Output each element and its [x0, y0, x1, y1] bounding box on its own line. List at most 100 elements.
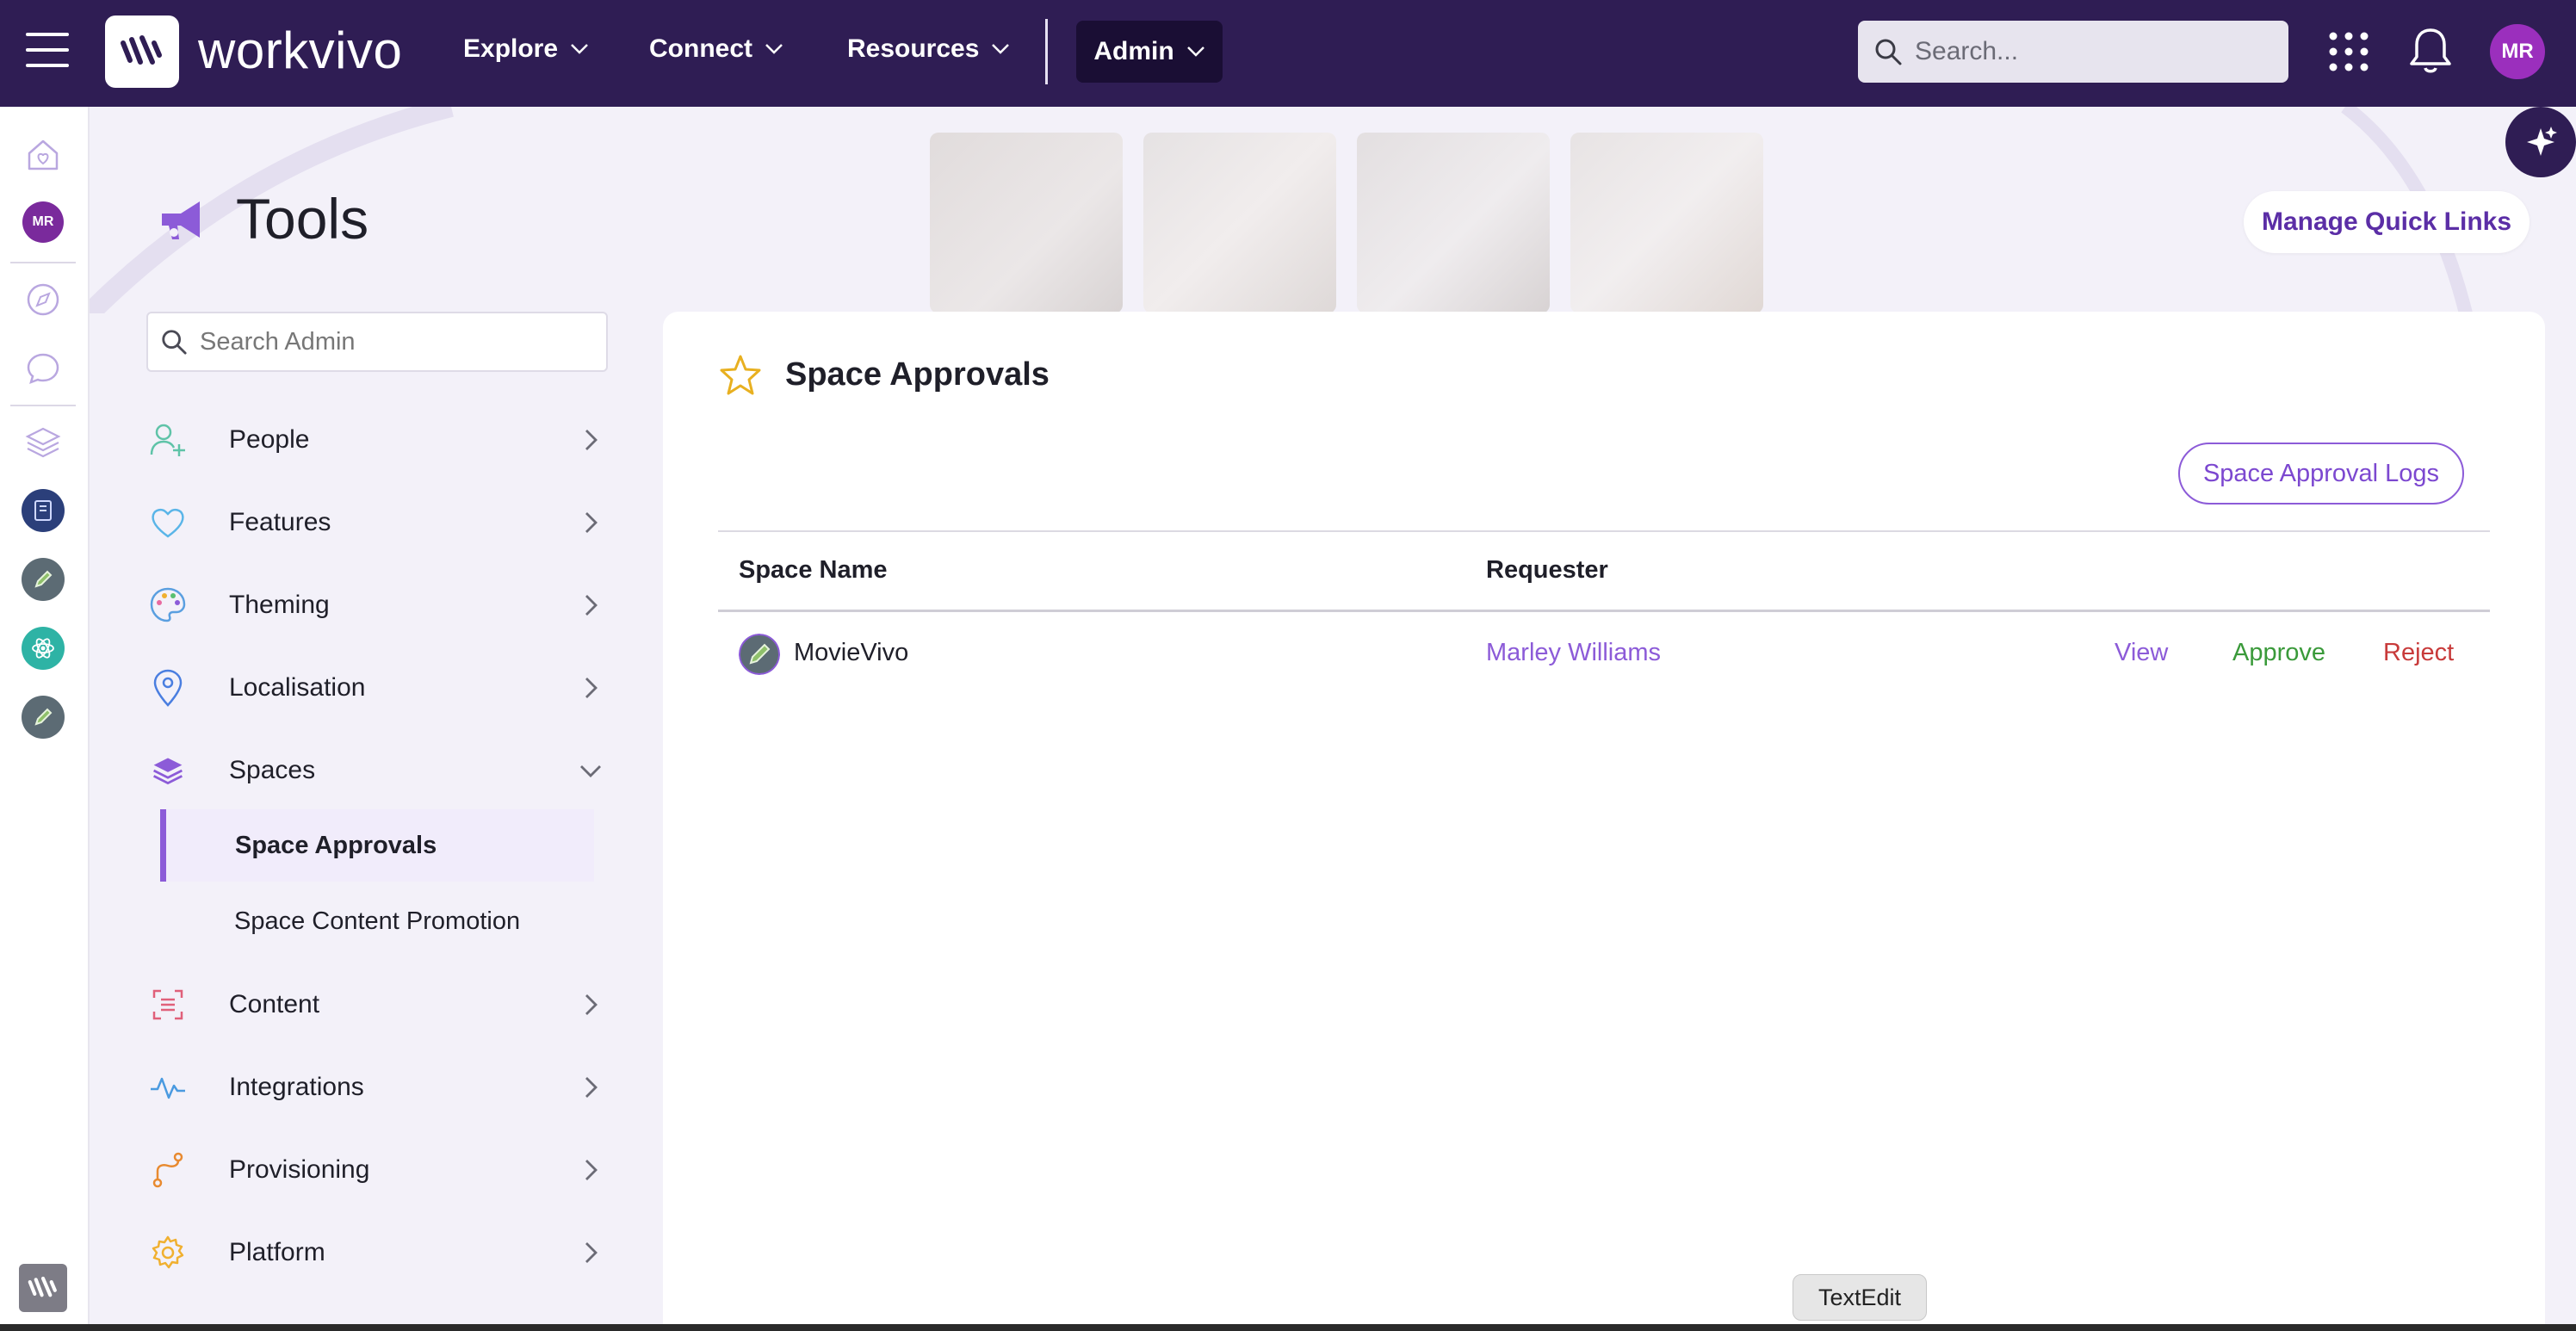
sidebar-item-features[interactable]: Features — [146, 492, 608, 553]
page-title: Tools — [236, 186, 368, 251]
sidebar-subitem-label: Space Approvals — [235, 832, 437, 860]
activity-icon — [146, 1066, 189, 1109]
space-approvals-card: Space Approvals Space Approval Logs Spac… — [663, 312, 2545, 1331]
sidebar-item-label: Content — [229, 990, 319, 1019]
space-pencil-icon[interactable] — [22, 696, 65, 739]
palette-icon — [146, 584, 189, 627]
sidebar-item-people[interactable]: People — [146, 410, 608, 470]
sidebar-item-spaces[interactable]: Spaces — [146, 740, 608, 801]
gear-icon — [146, 1231, 189, 1274]
space-atom-icon[interactable] — [22, 627, 65, 670]
dock-tooltip: TextEdit — [1793, 1274, 1927, 1321]
chevron-right-icon — [579, 1241, 603, 1265]
top-navigation-bar: workvivo Explore Connect Resources Admin… — [0, 0, 2576, 107]
sidebar-item-label: Provisioning — [229, 1155, 369, 1185]
hamburger-menu-icon[interactable] — [26, 33, 69, 71]
sidebar-item-label: Features — [229, 508, 331, 537]
workvivo-small-logo-icon[interactable] — [19, 1264, 67, 1312]
nav-admin-label: Admin — [1093, 37, 1173, 66]
chevron-right-icon — [579, 1075, 603, 1099]
banner-photo — [1357, 133, 1550, 313]
home-heart-icon[interactable] — [21, 133, 65, 177]
column-header-space-name: Space Name — [739, 556, 888, 585]
sidebar-item-label: Integrations — [229, 1073, 364, 1102]
nav-explore[interactable]: Explore — [463, 34, 589, 64]
chat-bubble-icon[interactable] — [21, 346, 65, 391]
dock-edge — [0, 1324, 2576, 1331]
space-name-cell: MovieVivo — [794, 639, 908, 667]
search-admin-box[interactable] — [146, 312, 608, 372]
nav-connect[interactable]: Connect — [649, 34, 783, 64]
sidebar-subitem-space-approvals[interactable]: Space Approvals — [160, 809, 594, 882]
layers-icon — [146, 749, 189, 792]
sidebar-item-label: People — [229, 425, 309, 455]
nav-resources-label: Resources — [847, 34, 979, 64]
chevron-right-icon — [579, 993, 603, 1017]
chevron-down-icon — [765, 43, 783, 55]
chevron-right-icon — [579, 428, 603, 452]
notification-bell-icon[interactable] — [2407, 26, 2454, 76]
table-divider — [718, 610, 2490, 612]
chevron-right-icon — [579, 676, 603, 700]
layers-icon[interactable] — [21, 420, 65, 465]
megaphone-icon — [155, 195, 207, 246]
user-plus-icon — [146, 418, 189, 461]
card-title: Space Approvals — [785, 356, 1050, 393]
requester-link[interactable]: Marley Williams — [1486, 639, 1661, 667]
brand-name: workvivo — [198, 21, 402, 80]
sidebar-item-label: Spaces — [229, 756, 315, 785]
user-avatar[interactable]: MR — [2490, 24, 2545, 79]
sidebar-item-label: Localisation — [229, 673, 365, 703]
column-header-requester: Requester — [1486, 556, 1608, 585]
left-rail: MR — [0, 107, 90, 1331]
sidebar-item-localisation[interactable]: Localisation — [146, 658, 608, 718]
sidebar-item-theming[interactable]: Theming — [146, 575, 608, 635]
banner-photo — [930, 133, 1123, 313]
search-admin-input[interactable] — [200, 328, 596, 356]
nav-admin-button[interactable]: Admin — [1076, 21, 1223, 83]
compass-icon[interactable] — [21, 277, 65, 322]
reject-link[interactable]: Reject — [2383, 639, 2454, 667]
banner-photo — [1143, 133, 1336, 313]
banner-photo — [1570, 133, 1763, 313]
star-icon — [718, 353, 763, 398]
chevron-down-icon — [991, 43, 1010, 55]
ai-sparkle-icon[interactable] — [2505, 107, 2576, 177]
space-approval-logs-button[interactable]: Space Approval Logs — [2178, 443, 2464, 505]
map-pin-icon — [146, 666, 189, 709]
view-link[interactable]: View — [2115, 639, 2168, 667]
manage-quick-links-button[interactable]: Manage Quick Links — [2244, 191, 2530, 253]
search-icon — [1873, 37, 1903, 66]
search-icon — [160, 328, 188, 356]
chevron-right-icon — [579, 511, 603, 535]
chevron-down-icon — [1186, 46, 1205, 58]
space-book-icon[interactable] — [22, 489, 65, 532]
heart-icon — [146, 501, 189, 544]
global-search-input[interactable] — [1915, 37, 2259, 66]
workvivo-logo-icon[interactable] — [105, 15, 179, 88]
nav-resources[interactable]: Resources — [847, 34, 1010, 64]
approve-link[interactable]: Approve — [2232, 639, 2325, 667]
rail-divider — [10, 405, 76, 406]
chevron-right-icon — [579, 1158, 603, 1182]
sidebar-item-content[interactable]: Content — [146, 975, 608, 1035]
sidebar-item-integrations[interactable]: Integrations — [146, 1057, 608, 1117]
sidebar-item-label: Theming — [229, 591, 330, 620]
sidebar-item-provisioning[interactable]: Provisioning — [146, 1140, 608, 1200]
sidebar-item-label: Platform — [229, 1238, 325, 1267]
space-pencil-icon[interactable] — [22, 558, 65, 601]
apps-grid-icon[interactable] — [2328, 31, 2369, 72]
chevron-right-icon — [579, 593, 603, 617]
sidebar-subitem-label: Space Content Promotion — [234, 907, 520, 936]
nav-explore-label: Explore — [463, 34, 558, 64]
sidebar-subitem-space-content-promotion[interactable]: Space Content Promotion — [160, 885, 594, 957]
sidebar-item-platform[interactable]: Platform — [146, 1223, 608, 1283]
content-scan-icon — [146, 983, 189, 1026]
rail-avatar[interactable]: MR — [22, 201, 64, 243]
nav-divider — [1045, 19, 1048, 84]
rail-divider — [10, 262, 76, 263]
global-search-box[interactable] — [1858, 21, 2288, 83]
chevron-down-icon — [570, 43, 589, 55]
route-icon — [146, 1148, 189, 1192]
header-banner — [90, 107, 2576, 313]
